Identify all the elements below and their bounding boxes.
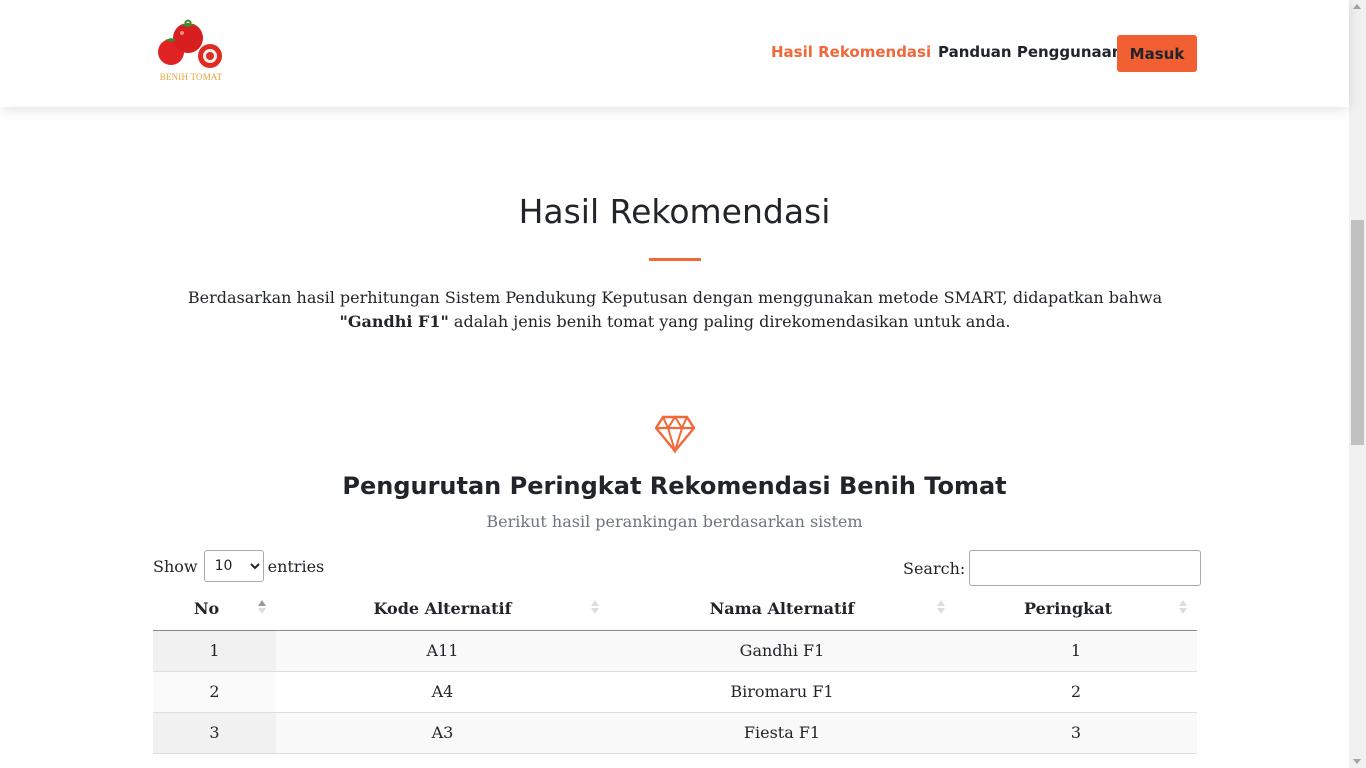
ranking-title: Pengurutan Peringkat Rekomendasi Benih T… — [342, 472, 1007, 500]
search-label: Search: — [903, 558, 966, 578]
cell-peringkat: 3 — [955, 712, 1197, 754]
table-search: Search: — [903, 550, 1202, 586]
title-divider — [649, 258, 701, 261]
page-scrollbar[interactable] — [1349, 0, 1366, 768]
column-header-nama-alternatif[interactable]: Nama Alternatif — [609, 588, 955, 631]
column-header-kode-alternatif[interactable]: Kode Alternatif — [276, 588, 609, 631]
sort-ascending-icon — [258, 600, 266, 616]
ranking-table: No Kode Alternatif Nama Alternatif Perin… — [153, 588, 1197, 754]
table-row: 1 A11 Gandhi F1 1 — [153, 630, 1197, 672]
page-title: Hasil Rekomendasi — [518, 192, 831, 231]
cell-nama: Biromaru F1 — [609, 671, 955, 713]
nav-hasil-rekomendasi[interactable]: Hasil Rekomendasi — [771, 43, 931, 61]
login-button[interactable]: Masuk — [1117, 35, 1197, 72]
table-header-row: No Kode Alternatif Nama Alternatif Perin… — [153, 588, 1197, 631]
column-label: Peringkat — [1024, 599, 1112, 619]
brand-text: BENIH TOMAT — [159, 72, 223, 82]
cell-peringkat: 1 — [955, 630, 1197, 672]
scrollbar-thumb[interactable] — [1351, 220, 1364, 445]
column-label: Kode Alternatif — [373, 599, 512, 619]
description-text: Berdasarkan hasil perhitungan Sistem Pen… — [187, 288, 1163, 307]
entries-select[interactable]: 10 — [203, 550, 264, 582]
nav-panduan-penggunaan[interactable]: Panduan Penggunaan — [938, 43, 1122, 61]
description-text-end: adalah jenis benih tomat yang paling dir… — [448, 312, 1011, 331]
column-header-no[interactable]: No — [153, 588, 276, 631]
diamond-icon — [654, 415, 696, 454]
show-entries-control: Show 10 entries — [153, 550, 324, 582]
cell-kode: A3 — [276, 712, 609, 754]
cell-kode: A4 — [276, 671, 609, 713]
cell-nama: Gandhi F1 — [609, 630, 955, 672]
scroll-up-icon[interactable] — [1353, 4, 1361, 9]
result-description: Berdasarkan hasil perhitungan Sistem Pen… — [160, 286, 1190, 334]
cell-no: 3 — [153, 712, 276, 754]
recommended-seed: "Gandhi F1" — [339, 312, 449, 331]
sort-icon — [937, 600, 945, 616]
scroll-down-icon[interactable] — [1353, 759, 1361, 764]
cell-no: 2 — [153, 671, 276, 713]
sort-icon — [1179, 600, 1187, 616]
show-label: Show — [153, 556, 198, 576]
table-row: 3 A3 Fiesta F1 3 — [153, 712, 1197, 754]
tomato-logo-icon — [158, 19, 222, 68]
column-header-peringkat[interactable]: Peringkat — [955, 588, 1197, 631]
ranking-subtitle: Berikut hasil perankingan berdasarkan si… — [486, 512, 863, 531]
table-row: 2 A4 Biromaru F1 2 — [153, 671, 1197, 713]
sort-icon — [591, 600, 599, 616]
search-input[interactable] — [969, 550, 1202, 586]
navbar: BENIH TOMAT Hasil Rekomendasi Panduan Pe… — [0, 0, 1349, 107]
cell-peringkat: 2 — [955, 671, 1197, 713]
column-label: No — [193, 599, 220, 619]
cell-kode: A11 — [276, 630, 609, 672]
brand-logo[interactable]: BENIH TOMAT — [153, 18, 229, 86]
cell-no: 1 — [153, 630, 276, 672]
cell-nama: Fiesta F1 — [609, 712, 955, 754]
column-label: Nama Alternatif — [709, 599, 855, 619]
entries-label: entries — [267, 556, 325, 576]
